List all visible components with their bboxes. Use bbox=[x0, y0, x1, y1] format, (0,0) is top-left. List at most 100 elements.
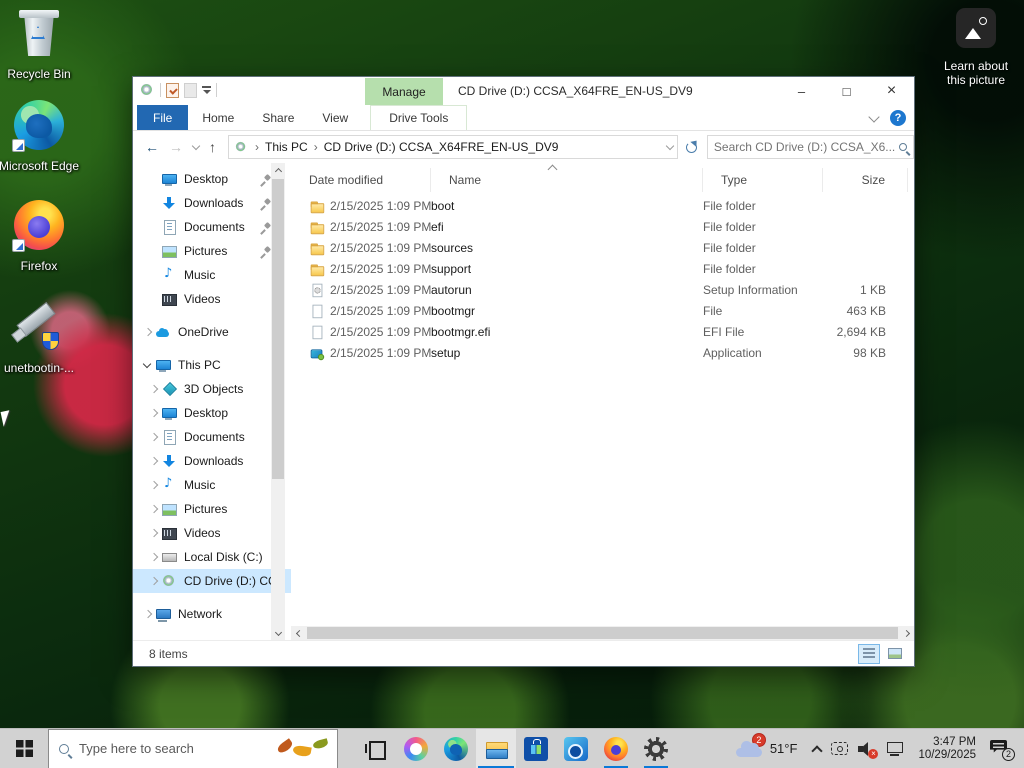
expander-right-icon[interactable] bbox=[147, 430, 161, 444]
up-button[interactable]: ↑ bbox=[209, 139, 216, 155]
column-header-name[interactable]: Name bbox=[431, 164, 703, 192]
file-row-support[interactable]: 2/15/2025 1:09 PM support File folder bbox=[291, 258, 914, 279]
tab-home[interactable]: Home bbox=[188, 105, 248, 130]
monitor-icon bbox=[161, 405, 177, 421]
customize-quick-access-icon[interactable] bbox=[202, 86, 211, 94]
expander-right-icon[interactable] bbox=[147, 550, 161, 564]
scroll-right-icon[interactable] bbox=[900, 626, 914, 640]
nav-item-documents[interactable]: Documents bbox=[133, 215, 291, 239]
tab-share[interactable]: Share bbox=[248, 105, 308, 130]
expander-down-icon[interactable] bbox=[141, 358, 155, 372]
properties-button[interactable] bbox=[166, 82, 179, 98]
address-bar[interactable]: › This PC › CD Drive (D:) CCSA_X64FRE_EN… bbox=[228, 135, 678, 159]
recent-locations-icon[interactable] bbox=[191, 141, 201, 151]
nav-item-documents[interactable]: Documents bbox=[133, 425, 291, 449]
taskbar-edge-button[interactable] bbox=[436, 729, 476, 768]
title-bar[interactable]: Manage CD Drive (D:) CCSA_X64FRE_EN-US_D… bbox=[133, 77, 914, 105]
column-header-size[interactable]: Size bbox=[823, 168, 908, 192]
nav-item-this-pc[interactable]: This PC bbox=[133, 353, 291, 377]
file-row-sources[interactable]: 2/15/2025 1:09 PM sources File folder bbox=[291, 237, 914, 258]
expander-right-icon[interactable] bbox=[141, 325, 155, 339]
nav-item-desktop[interactable]: Desktop bbox=[133, 401, 291, 425]
taskbar-search-input[interactable]: Type here to search bbox=[48, 728, 338, 768]
minimize-button[interactable]: – bbox=[779, 77, 824, 105]
weather-widget[interactable]: 2 51°F bbox=[730, 732, 804, 757]
desktop-icon-firefox[interactable]: Firefox bbox=[0, 200, 82, 273]
thumbnails-view-button[interactable] bbox=[884, 644, 906, 664]
scroll-up-icon[interactable] bbox=[271, 163, 285, 177]
nav-item-desktop[interactable]: Desktop bbox=[133, 167, 291, 191]
breadcrumb-cd-drive[interactable]: CD Drive (D:) CCSA_X64FRE_EN-US_DV9 bbox=[324, 140, 559, 154]
expander-right-icon[interactable] bbox=[147, 406, 161, 420]
show-hidden-icons-button[interactable] bbox=[811, 744, 824, 757]
learn-about-picture-widget[interactable]: Learn about this picture bbox=[935, 8, 1017, 87]
horizontal-scrollbar[interactable] bbox=[291, 626, 914, 640]
tab-file[interactable]: File bbox=[137, 105, 189, 130]
file-row-autorun[interactable]: 2/15/2025 1:09 PM autorun Setup Informatio… bbox=[291, 279, 914, 300]
taskbar-outlook-button[interactable] bbox=[556, 729, 596, 768]
expander-right-icon[interactable] bbox=[147, 454, 161, 468]
taskbar-file-explorer-button[interactable] bbox=[476, 728, 516, 768]
column-header-date-modified[interactable]: Date modified bbox=[291, 168, 431, 192]
expander-right-icon[interactable] bbox=[141, 607, 155, 621]
scroll-left-icon[interactable] bbox=[291, 626, 305, 640]
nav-item-videos[interactable]: Videos bbox=[133, 521, 291, 545]
expander-right-icon[interactable] bbox=[147, 382, 161, 396]
file-row-bootmgr[interactable]: 2/15/2025 1:09 PM bootmgr File 463 KB bbox=[291, 300, 914, 321]
desktop-icon-recycle-bin[interactable]: Recycle Bin bbox=[0, 8, 82, 81]
column-header-type[interactable]: Type bbox=[703, 168, 823, 192]
tray-clip-icon[interactable] bbox=[831, 742, 849, 755]
refresh-button[interactable] bbox=[685, 141, 697, 153]
nav-item-videos[interactable]: Videos bbox=[133, 287, 291, 311]
details-view-button[interactable] bbox=[858, 643, 880, 664]
help-button[interactable]: ? bbox=[890, 110, 906, 126]
clock[interactable]: 3:47 PM 10/29/2025 bbox=[914, 736, 980, 762]
expander-right-icon[interactable] bbox=[147, 574, 161, 588]
collapse-ribbon-icon[interactable] bbox=[868, 110, 880, 123]
tab-drive-tools[interactable]: Drive Tools bbox=[370, 105, 468, 130]
speaker-muted-icon[interactable]: × bbox=[858, 741, 879, 759]
new-folder-button[interactable] bbox=[184, 82, 197, 98]
close-button[interactable]: × bbox=[869, 77, 914, 105]
expander-right-icon[interactable] bbox=[147, 478, 161, 492]
nav-item-music[interactable]: Music bbox=[133, 473, 291, 497]
start-button[interactable] bbox=[0, 729, 48, 768]
breadcrumb-this-pc[interactable]: This PC bbox=[265, 140, 308, 154]
nav-item-cd-drive-d-cc[interactable]: CD Drive (D:) CC bbox=[133, 569, 291, 593]
scroll-down-icon[interactable] bbox=[271, 626, 285, 640]
nav-item-3d-objects[interactable]: 3D Objects bbox=[133, 377, 291, 401]
nav-item-onedrive[interactable]: OneDrive bbox=[133, 320, 291, 344]
tab-manage[interactable]: Manage bbox=[365, 78, 443, 105]
scrollbar-thumb[interactable] bbox=[272, 179, 284, 479]
taskbar-firefox-button[interactable] bbox=[596, 729, 636, 768]
taskbar-store-button[interactable] bbox=[516, 729, 556, 768]
desktop-icon-unetbootin[interactable]: unetbootin-... bbox=[0, 300, 82, 375]
action-center-button[interactable]: 2 bbox=[990, 740, 1015, 761]
expander-right-icon[interactable] bbox=[147, 526, 161, 540]
nav-item-pictures[interactable]: Pictures bbox=[133, 239, 291, 263]
scrollbar-thumb[interactable] bbox=[307, 627, 898, 639]
nav-item-downloads[interactable]: Downloads bbox=[133, 449, 291, 473]
expander-right-icon[interactable] bbox=[147, 502, 161, 516]
file-row-boot[interactable]: 2/15/2025 1:09 PM boot File folder bbox=[291, 195, 914, 216]
nav-vertical-scrollbar[interactable] bbox=[271, 163, 285, 640]
network-icon[interactable] bbox=[886, 741, 904, 756]
address-dropdown-icon[interactable] bbox=[665, 141, 675, 151]
nav-item-pictures[interactable]: Pictures bbox=[133, 497, 291, 521]
maximize-button[interactable]: □ bbox=[824, 77, 869, 105]
taskbar-task-view-button[interactable] bbox=[356, 729, 396, 768]
taskbar-settings-button[interactable] bbox=[636, 729, 676, 768]
nav-item-downloads[interactable]: Downloads bbox=[133, 191, 291, 215]
nav-item-music[interactable]: Music bbox=[133, 263, 291, 287]
desktop-icon-microsoft-edge[interactable]: Microsoft Edge bbox=[0, 100, 82, 173]
taskbar-copilot-button[interactable] bbox=[396, 729, 436, 768]
forward-button[interactable]: → bbox=[169, 139, 183, 155]
back-button[interactable]: ← bbox=[145, 139, 159, 155]
nav-item-network[interactable]: Network bbox=[133, 602, 291, 626]
tab-view[interactable]: View bbox=[308, 105, 362, 130]
file-row-setup[interactable]: 2/15/2025 1:09 PM setup Application 98 KB bbox=[291, 342, 914, 363]
search-box[interactable]: Search CD Drive (D:) CCSA_X6... bbox=[706, 135, 914, 159]
file-row-bootmgr-efi[interactable]: 2/15/2025 1:09 PM bootmgr.efi EFI File 2,69… bbox=[291, 321, 914, 342]
nav-item-local-disk-c[interactable]: Local Disk (C:) bbox=[133, 545, 291, 569]
file-row-efi[interactable]: 2/15/2025 1:09 PM efi File folder bbox=[291, 216, 914, 237]
